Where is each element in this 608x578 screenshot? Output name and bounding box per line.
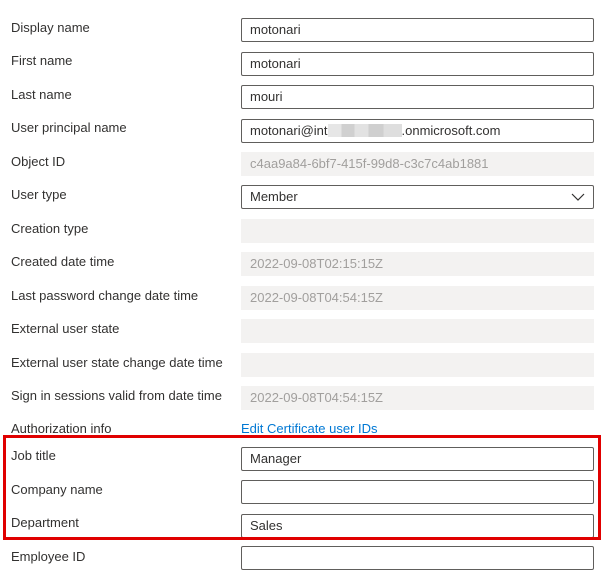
user-type-label: User type bbox=[11, 187, 67, 202]
upn-prefix: motonari@int bbox=[250, 123, 328, 138]
external-user-state-change-field bbox=[241, 353, 594, 377]
object-id-label: Object ID bbox=[11, 154, 66, 169]
display-name-label: Display name bbox=[11, 20, 90, 35]
upn-label: User principal name bbox=[11, 120, 127, 135]
display-name-field[interactable]: motonari bbox=[241, 18, 594, 42]
upn-field[interactable]: motonari@int .onmicrosoft.com bbox=[241, 119, 594, 143]
external-user-state-field bbox=[241, 319, 594, 343]
external-user-state-change-label: External user state change date time bbox=[11, 355, 223, 370]
created-date-field: 2022-09-08T02:15:15Z bbox=[241, 252, 594, 276]
first-name-field[interactable]: motonari bbox=[241, 52, 594, 76]
creation-type-label: Creation type bbox=[11, 221, 89, 236]
external-user-state-label: External user state bbox=[11, 321, 120, 336]
first-name-label: First name bbox=[11, 53, 73, 68]
created-date-label: Created date time bbox=[11, 254, 115, 269]
last-password-change-label: Last password change date time bbox=[11, 288, 199, 303]
last-name-label: Last name bbox=[11, 87, 72, 102]
user-type-dropdown[interactable]: Member bbox=[241, 185, 594, 209]
highlight-box bbox=[3, 435, 601, 540]
user-type-value: Member bbox=[250, 189, 298, 204]
redacted-block bbox=[327, 124, 402, 137]
sign-in-sessions-label: Sign in sessions valid from date time bbox=[11, 388, 222, 403]
creation-type-field bbox=[241, 219, 594, 243]
object-id-field: c4aa9a84-6bf7-415f-99d8-c3c7c4ab1881 bbox=[241, 152, 594, 176]
upn-suffix: .onmicrosoft.com bbox=[401, 123, 501, 138]
last-name-field[interactable]: mouri bbox=[241, 85, 594, 109]
employee-id-field[interactable] bbox=[241, 546, 594, 570]
last-password-change-field: 2022-09-08T04:54:15Z bbox=[241, 286, 594, 310]
employee-id-label: Employee ID bbox=[11, 549, 86, 564]
sign-in-sessions-field: 2022-09-08T04:54:15Z bbox=[241, 386, 594, 410]
chevron-down-icon bbox=[571, 193, 585, 201]
